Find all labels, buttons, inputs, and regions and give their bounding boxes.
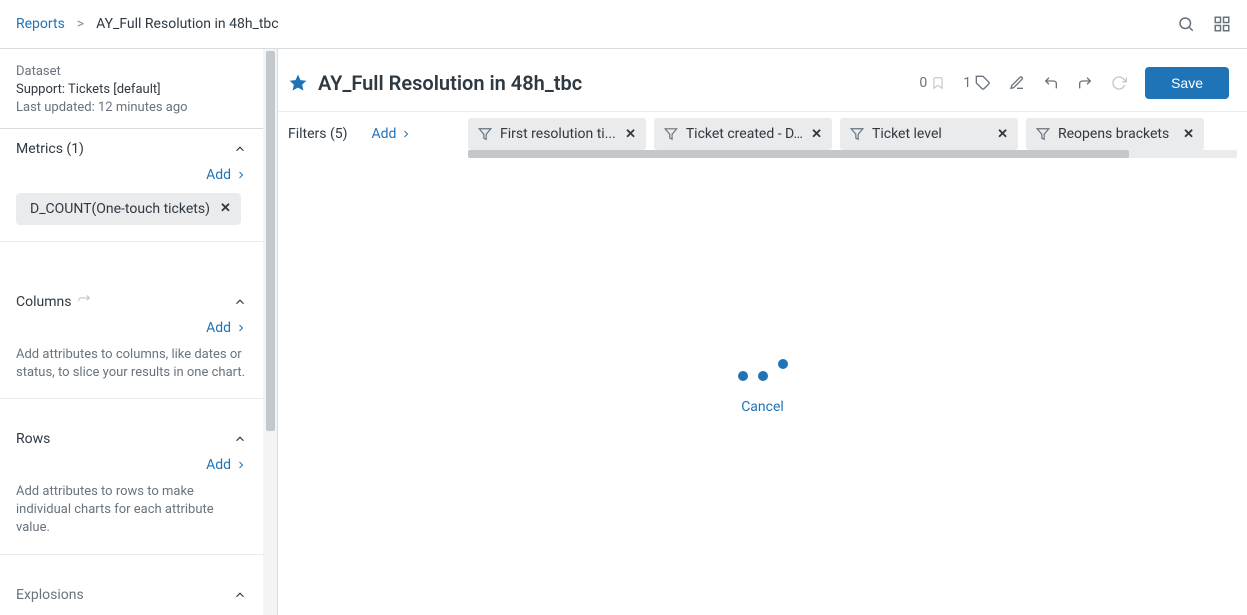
columns-add-button[interactable]: Add (206, 320, 247, 336)
chevron-up-icon (233, 588, 247, 602)
filter-icon (664, 127, 678, 141)
section-metrics: Metrics (1) Add D_COUNT(One-touch ticket… (0, 129, 263, 242)
filters-add-label: Add (372, 126, 397, 142)
breadcrumb-root-link[interactable]: Reports (16, 16, 65, 32)
sidebar-scrollbar[interactable] (263, 49, 277, 615)
chevron-right-icon (400, 128, 412, 140)
bookmark-icon (931, 76, 945, 90)
scrollbar-thumb[interactable] (266, 51, 275, 431)
dot-icon (738, 371, 748, 381)
filter-remove-icon[interactable]: ✕ (625, 127, 636, 142)
dataset-name: Support: Tickets [default] (16, 81, 261, 99)
filters-horizontal-scrollbar[interactable] (468, 150, 1237, 158)
breadcrumb-current: AY_Full Resolution in 48h_tbc (96, 16, 279, 32)
filter-remove-icon[interactable]: ✕ (1183, 127, 1194, 142)
filter-chip[interactable]: Ticket created - D... ✕ (654, 118, 832, 150)
count-0: 0 (919, 75, 927, 91)
tag-count[interactable]: 1 (963, 75, 991, 91)
swap-icon (77, 295, 91, 309)
chevron-up-icon (233, 432, 247, 446)
count-1: 1 (963, 75, 971, 91)
tag-icon (975, 75, 991, 91)
columns-help: Add attributes to columns, like dates or… (16, 346, 247, 382)
filter-chip[interactable]: Ticket level ✕ (840, 118, 1018, 150)
dot-icon (778, 359, 788, 369)
filter-remove-icon[interactable]: ✕ (811, 127, 822, 142)
filters-label: Filters (5) (288, 126, 348, 142)
refresh-icon[interactable] (1111, 75, 1127, 91)
bookmark-count[interactable]: 0 (919, 75, 945, 91)
save-button[interactable]: Save (1145, 67, 1229, 99)
header-actions: 0 1 Save (919, 67, 1229, 99)
rows-title: Rows (16, 431, 50, 447)
loading-spinner (738, 357, 788, 377)
filter-remove-icon[interactable]: ✕ (997, 127, 1008, 142)
rows-help: Add attributes to rows to make individua… (16, 483, 247, 538)
breadcrumb: Reports > AY_Full Resolution in 48h_tbc (16, 16, 279, 32)
filter-chip[interactable]: First resolution ti... ✕ (468, 118, 646, 150)
star-icon[interactable] (288, 73, 308, 93)
metric-chip[interactable]: D_COUNT(One-touch tickets) ✕ (16, 193, 241, 225)
content: AY_Full Resolution in 48h_tbc 0 1 (278, 49, 1247, 615)
chevron-up-icon (233, 295, 247, 309)
filter-chip-label: Ticket created - D... (686, 126, 803, 142)
redo-icon[interactable] (1077, 75, 1093, 91)
filter-icon (478, 127, 492, 141)
title-wrap: AY_Full Resolution in 48h_tbc (288, 71, 582, 95)
dataset-updated: Last updated: 12 minutes ago (16, 99, 261, 117)
dot-icon (758, 371, 768, 381)
filter-chip-label: Ticket level (872, 126, 942, 142)
canvas: Cancel (278, 156, 1247, 615)
chevron-right-icon (235, 322, 247, 334)
filters-row: Filters (5) Add First resolution ti... ✕ (278, 111, 1247, 156)
filters-add-button[interactable]: Add (372, 126, 413, 142)
section-columns: Columns Add Add attributes to columns, l… (0, 282, 263, 399)
topbar-actions (1177, 15, 1231, 33)
columns-header[interactable]: Columns (16, 294, 247, 310)
rows-header[interactable]: Rows (16, 431, 247, 447)
content-header: AY_Full Resolution in 48h_tbc 0 1 (278, 49, 1247, 111)
metrics-header[interactable]: Metrics (1) (16, 141, 247, 157)
section-explosions: Explosions (0, 575, 263, 607)
chevron-right-icon (235, 459, 247, 471)
filter-chip-label: First resolution ti... (500, 126, 616, 142)
explosions-header[interactable]: Explosions (16, 587, 247, 603)
filter-icon (850, 127, 864, 141)
cancel-button[interactable]: Cancel (741, 399, 784, 415)
chevron-up-icon (233, 142, 247, 156)
filter-chip[interactable]: Reopens brackets ✕ (1026, 118, 1204, 150)
edit-icon[interactable] (1009, 75, 1025, 91)
section-rows: Rows Add Add attributes to rows to make … (0, 419, 263, 555)
page-title: AY_Full Resolution in 48h_tbc (318, 71, 582, 95)
explosions-title: Explosions (16, 587, 84, 603)
metric-chip-label: D_COUNT(One-touch tickets) (30, 201, 210, 217)
apps-icon[interactable] (1213, 15, 1231, 33)
metrics-title: Metrics (1) (16, 141, 84, 157)
add-label: Add (206, 457, 231, 473)
filter-icon (1036, 127, 1050, 141)
columns-title: Columns (16, 294, 91, 310)
scrollbar-thumb[interactable] (468, 150, 1129, 158)
metric-remove-icon[interactable]: ✕ (220, 201, 231, 216)
breadcrumb-separator: > (77, 16, 84, 32)
columns-title-text: Columns (16, 294, 71, 310)
top-bar: Reports > AY_Full Resolution in 48h_tbc (0, 0, 1247, 49)
sidebar: Dataset Support: Tickets [default] Last … (0, 49, 278, 615)
chevron-right-icon (235, 169, 247, 181)
metrics-add-button[interactable]: Add (206, 167, 247, 183)
add-label: Add (206, 320, 231, 336)
undo-icon[interactable] (1043, 75, 1059, 91)
dataset-block: Dataset Support: Tickets [default] Last … (0, 49, 277, 129)
filter-chip-label: Reopens brackets (1058, 126, 1169, 142)
add-label: Add (206, 167, 231, 183)
dataset-label: Dataset (16, 63, 261, 81)
filter-chips: First resolution ti... ✕ Ticket created … (468, 118, 1237, 150)
rows-add-button[interactable]: Add (206, 457, 247, 473)
search-icon[interactable] (1177, 15, 1195, 33)
